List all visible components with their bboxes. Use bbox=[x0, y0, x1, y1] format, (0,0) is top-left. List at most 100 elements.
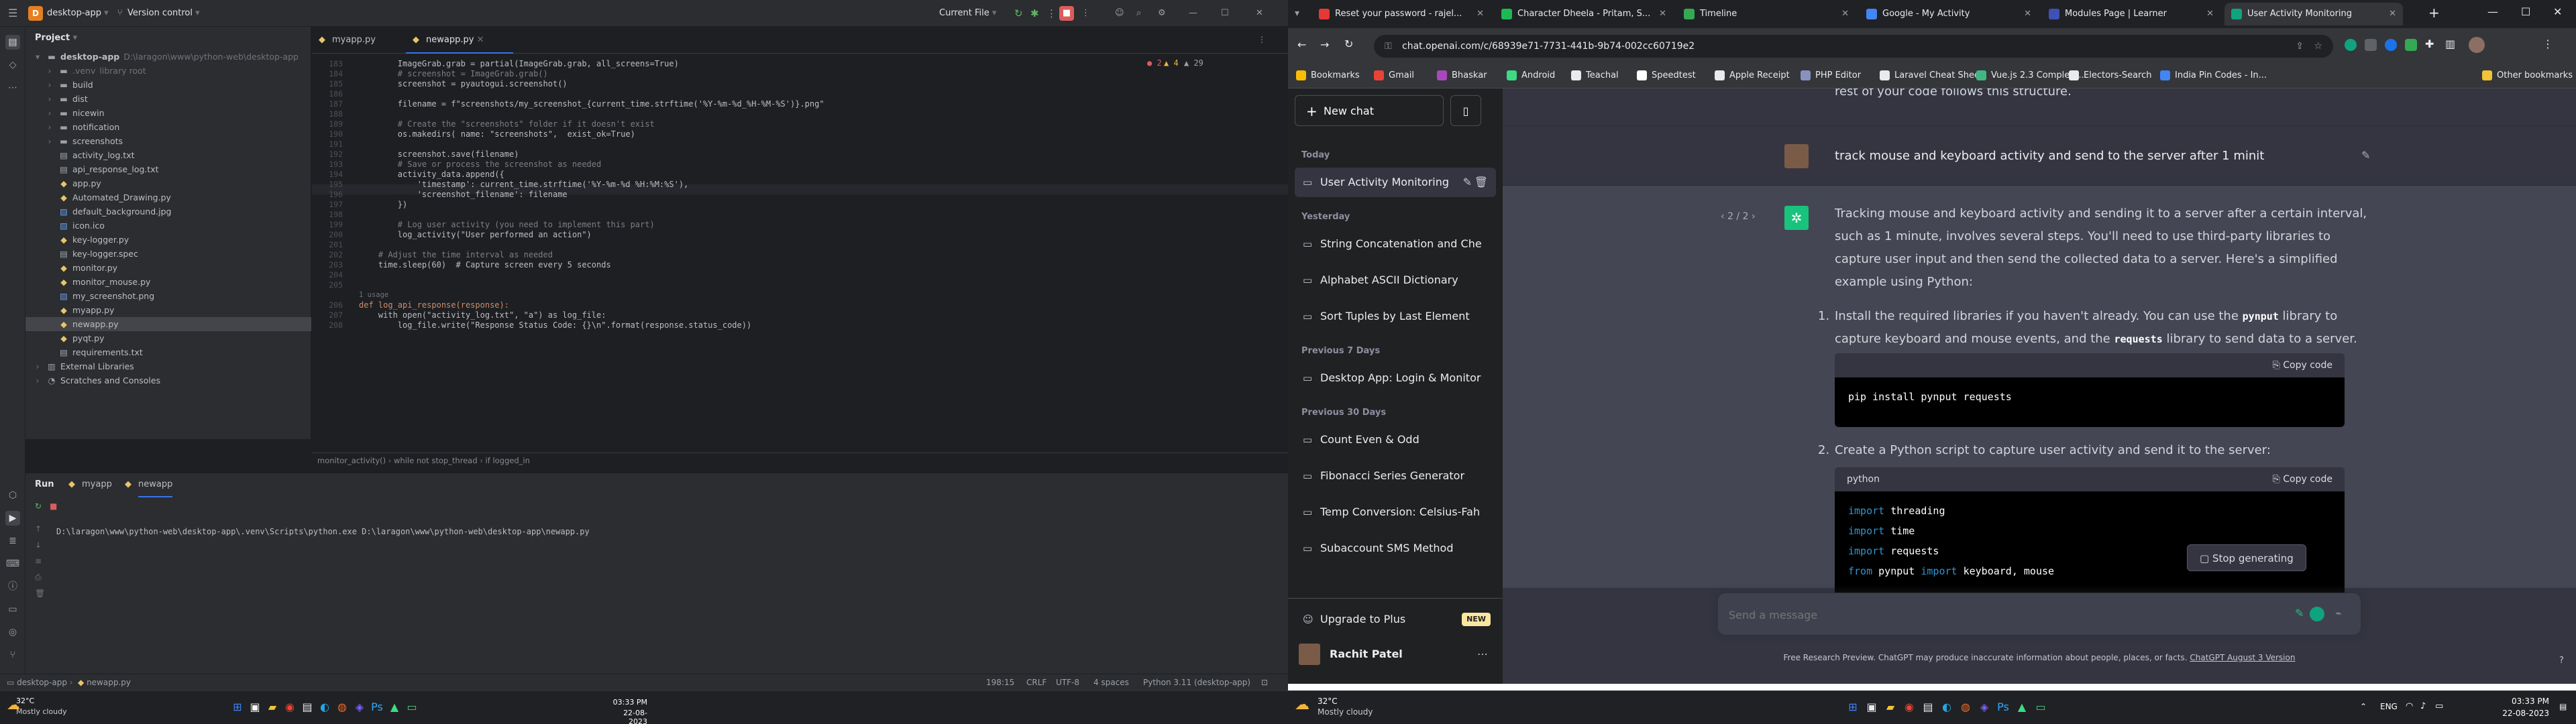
close-tab-icon[interactable]: ✕ bbox=[477, 35, 484, 45]
bookmark-item[interactable]: Android bbox=[1507, 68, 1555, 83]
bookmark-item[interactable]: Speedtest bbox=[1637, 68, 1696, 83]
services-icon[interactable]: ◎ bbox=[5, 625, 20, 640]
rerun-icon[interactable]: ↻ bbox=[35, 501, 42, 511]
close-sidebar-icon[interactable]: ▯ bbox=[1450, 95, 1481, 126]
maximize-icon[interactable]: ☐ bbox=[2521, 5, 2530, 18]
line-separator[interactable]: CRLF bbox=[1026, 674, 1046, 691]
weather-text[interactable]: Mostly cloudy bbox=[1318, 707, 1373, 717]
status-path-project[interactable]: ▭ desktop-app › bbox=[7, 674, 73, 691]
code-line[interactable]: screenshot.save(filename) bbox=[359, 149, 1251, 160]
code-line[interactable]: # screenshot = ImageGrab.grab() bbox=[359, 69, 1251, 79]
back-icon[interactable]: ← bbox=[1297, 38, 1306, 51]
scroll-down-icon[interactable]: ↓ bbox=[35, 540, 42, 550]
code-line[interactable]: ImageGrab.grab = partial(ImageGrab.grab,… bbox=[359, 59, 1251, 69]
explorer-icon[interactable]: ▰ bbox=[263, 698, 282, 717]
rerun-icon[interactable]: ↻ bbox=[1014, 6, 1023, 21]
chat-history-item[interactable]: ▭ Desktop App: Login & Monitor bbox=[1295, 363, 1496, 393]
indent-setting[interactable]: 4 spaces bbox=[1093, 674, 1129, 691]
extension-icon[interactable] bbox=[2365, 39, 2377, 51]
tree-item[interactable]: › ▥ External Libraries bbox=[25, 359, 311, 373]
extensions-puzzle-icon[interactable]: ✚ bbox=[2425, 38, 2434, 50]
photoshop-icon[interactable]: Ps bbox=[1994, 698, 2012, 717]
caret-position[interactable]: 198:15 bbox=[986, 674, 1014, 691]
close-tab-icon[interactable]: ✕ bbox=[2206, 3, 2214, 25]
code-line[interactable]: filename = f"screenshots/my_screenshot_{… bbox=[359, 99, 1251, 109]
trash-icon[interactable]: 🗑 bbox=[35, 589, 45, 598]
tree-item[interactable]: › ▬ dist bbox=[25, 92, 311, 106]
browser-tab[interactable]: Character Dheela - Pritam, S... ✕ bbox=[1495, 3, 1673, 25]
weather-temp[interactable]: 32°C bbox=[16, 697, 34, 705]
stop-run-icon[interactable]: ■ bbox=[50, 501, 57, 511]
chrome-icon[interactable]: ◉ bbox=[1900, 698, 1919, 717]
reload-icon[interactable]: ↻ bbox=[1344, 38, 1353, 50]
tree-item[interactable]: ▨ default_background.jpg bbox=[25, 204, 311, 219]
battery-icon[interactable]: ▭ bbox=[2435, 701, 2443, 711]
run-tool-icon[interactable]: ▶ bbox=[5, 511, 20, 526]
browser-tab[interactable]: Modules Page | Learner ✕ bbox=[2042, 3, 2220, 25]
new-tab-icon[interactable]: + bbox=[2428, 5, 2440, 21]
extension-icon[interactable] bbox=[2345, 39, 2357, 51]
lock-icon[interactable]: ⊡ bbox=[1261, 674, 1268, 691]
code-line[interactable]: # Create the "screenshots" folder if it … bbox=[359, 119, 1251, 129]
close-icon[interactable]: ✕ bbox=[1256, 6, 1263, 21]
volume-icon[interactable]: ♪ bbox=[2420, 701, 2426, 711]
settings-gear-icon[interactable]: ⚙ bbox=[1158, 6, 1166, 21]
tab-newapp[interactable]: ◆ newapp.py ✕ bbox=[406, 27, 513, 54]
edge-icon[interactable]: ◐ bbox=[1937, 698, 1956, 717]
browser-tab[interactable]: Timeline ✕ bbox=[1677, 3, 1856, 25]
response-pager[interactable]: ‹ 2 / 2 › bbox=[1721, 211, 1756, 222]
close-tab-icon[interactable]: ✕ bbox=[1477, 3, 1484, 25]
task-view-icon[interactable]: ▣ bbox=[1862, 698, 1881, 717]
browser-tab[interactable]: User Activity Monitoring ✕ bbox=[2224, 3, 2403, 25]
chevron-right-icon[interactable]: › bbox=[44, 134, 55, 148]
tree-item[interactable]: ◆ monitor_mouse.py bbox=[25, 275, 311, 289]
clock-time[interactable]: 03:33 PM bbox=[607, 698, 647, 707]
edit-icon[interactable]: ✎ bbox=[2361, 149, 2370, 162]
terminal-app-icon[interactable]: ▭ bbox=[402, 698, 421, 717]
project-panel-title[interactable]: Project ▾ bbox=[35, 33, 77, 43]
close-tab-icon[interactable]: ✕ bbox=[2389, 3, 2396, 25]
tab-search-icon[interactable]: ▾ bbox=[1295, 8, 1299, 19]
bookmark-item[interactable]: Electors-Search bbox=[2069, 68, 2152, 83]
tray-chevron-icon[interactable]: ⌃ bbox=[2360, 702, 2367, 711]
close-tab-icon[interactable]: ✕ bbox=[2024, 3, 2031, 25]
pycharm-icon[interactable]: ▲ bbox=[2012, 698, 2031, 717]
bookmark-item[interactable]: Bookmarks bbox=[1296, 68, 1360, 83]
browser-tab[interactable]: Reset your password - rajel... ✕ bbox=[1312, 3, 1491, 25]
tree-item[interactable]: ▤ key-logger.spec bbox=[25, 247, 311, 261]
breadcrumb-item[interactable]: if logged_in bbox=[486, 456, 530, 465]
console-output[interactable]: D:\laragon\www\python-web\desktop-app\.v… bbox=[56, 527, 590, 536]
more-actions-icon[interactable]: ⋮ bbox=[1081, 6, 1090, 21]
chat-history-item[interactable]: ▭ Temp Conversion: Celsius-Fah bbox=[1295, 497, 1496, 527]
copy-code-button[interactable]: ⎘ Copy code bbox=[2273, 467, 2332, 491]
run-tab-newapp[interactable]: newapp bbox=[138, 473, 173, 497]
run-tab-myapp[interactable]: myapp bbox=[82, 473, 112, 496]
upgrade-to-plus[interactable]: ☺ Upgrade to Plus NEW bbox=[1295, 605, 1496, 634]
chat-history-item[interactable]: ▭ String Concatenation and Che bbox=[1295, 229, 1496, 259]
warning-count[interactable]: ▲ 4 bbox=[1164, 58, 1179, 68]
chat-history-item[interactable]: ▭ Alphabet ASCII Dictionary bbox=[1295, 265, 1496, 295]
tree-item[interactable]: ◆ app.py bbox=[25, 176, 311, 190]
terminal-icon[interactable]: ▭ bbox=[5, 602, 20, 617]
chat-history-item[interactable]: ▭ Fibonacci Series Generator bbox=[1295, 461, 1496, 491]
site-info-icon[interactable]: ⚿ bbox=[1385, 35, 1392, 58]
code-line[interactable]: def log_api_response(response): bbox=[359, 300, 1251, 310]
code-line[interactable]: with open("activity_log.txt", "a") as lo… bbox=[359, 310, 1251, 320]
bookmark-item[interactable]: PHP Editor bbox=[1801, 68, 1861, 83]
run-config-select[interactable]: Current File ▾ bbox=[939, 6, 996, 21]
code-line[interactable]: screenshot = pyautogui.screenshot() bbox=[359, 79, 1251, 89]
tree-item[interactable]: › ◔ Scratches and Consoles bbox=[25, 373, 311, 387]
stop-icon[interactable]: ■ bbox=[1059, 6, 1074, 21]
browser-tab[interactable]: Google - My Activity ✕ bbox=[1860, 3, 2038, 25]
tree-item[interactable]: ◆ Automated_Drawing.py bbox=[25, 190, 311, 204]
vcs-menu[interactable]: Version control ▾ bbox=[127, 6, 200, 21]
notifications-icon[interactable]: ▤ bbox=[2559, 702, 2567, 711]
bookmark-item[interactable]: Apple Receipt bbox=[1715, 68, 1790, 83]
bookmark-item[interactable]: Bhaskar bbox=[1437, 68, 1487, 83]
minimize-icon[interactable]: — bbox=[2487, 5, 2498, 18]
weather-temp[interactable]: 32°C bbox=[1318, 697, 1338, 706]
extension-icon[interactable] bbox=[2385, 39, 2397, 51]
forward-icon[interactable]: → bbox=[1320, 38, 1329, 51]
python-interpreter[interactable]: Python 3.11 (desktop-app) bbox=[1143, 674, 1250, 691]
bookmark-item[interactable]: Laravel Cheat Sheet bbox=[1880, 68, 1983, 83]
